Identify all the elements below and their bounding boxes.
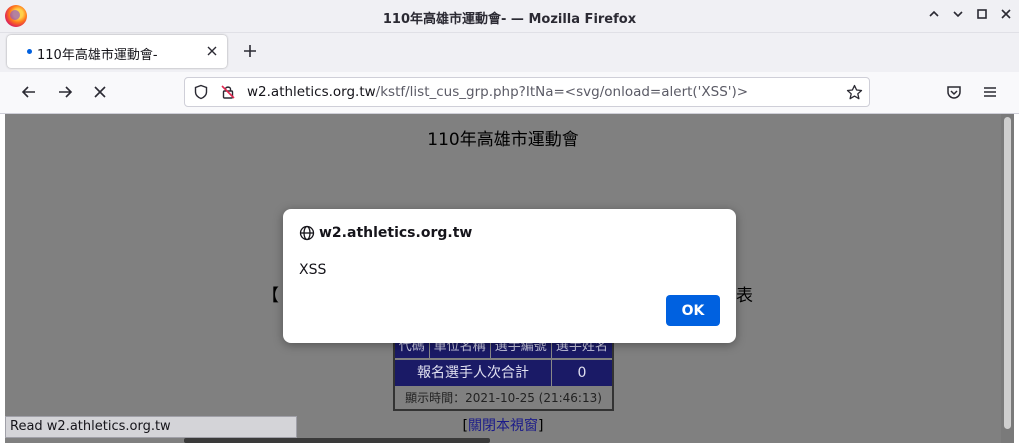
status-bar: Read w2.athletics.org.tw [5, 416, 297, 438]
url-text[interactable]: w2.athletics.org.tw/kstf/list_cus_grp.ph… [247, 84, 748, 100]
tab-title: 110年高雄市運動會- [37, 48, 158, 63]
bookmark-star-icon[interactable] [846, 84, 863, 101]
scrollbar-thumb[interactable] [1004, 117, 1011, 429]
registration-table: 代碼 單位名稱 選手編號 選手姓名 報名選手人次合計 0 顯示時間：2021-1… [393, 334, 614, 411]
forward-arrow-icon[interactable] [56, 83, 74, 101]
title-bar: 110年高雄市運動會- — Mozilla Firefox [0, 0, 1019, 33]
close-window-link[interactable]: 關閉本視窗 [468, 418, 538, 434]
window-controls [927, 7, 1013, 21]
vertical-scrollbar[interactable] [1001, 114, 1014, 443]
stop-loading-icon[interactable] [91, 83, 109, 101]
ok-button[interactable]: OK [666, 295, 720, 326]
table-summary-row: 報名選手人次合計 0 [395, 360, 612, 386]
dialog-message: XSS [299, 262, 327, 278]
pocket-icon[interactable] [945, 83, 963, 101]
heading-bracket-left: 【 [262, 286, 279, 306]
tab-bar: 110年高雄市運動會- [0, 33, 1019, 72]
window-title: 110年高雄市運動會- — Mozilla Firefox [382, 12, 637, 27]
insecure-lock-icon[interactable] [220, 84, 236, 100]
page-heading: 110年高雄市運動會 [427, 130, 579, 150]
tracking-shield-icon[interactable] [193, 84, 209, 100]
dialog-origin: w2.athletics.org.tw [319, 225, 473, 241]
globe-icon [299, 225, 315, 241]
close-window-icon[interactable] [999, 7, 1013, 21]
back-arrow-icon[interactable] [20, 83, 38, 101]
summary-value: 0 [552, 360, 612, 386]
new-tab-plus-icon[interactable] [241, 42, 259, 60]
url-bar[interactable]: w2.athletics.org.tw/kstf/list_cus_grp.ph… [184, 77, 870, 107]
horizontal-scrollbar[interactable] [184, 438, 490, 443]
summary-label: 報名選手人次合計 [395, 360, 552, 386]
navigation-bar: w2.athletics.org.tw/kstf/list_cus_grp.ph… [0, 72, 1019, 114]
url-path: /kstf/list_cus_grp.php?ItNa=<svg/onload=… [375, 84, 749, 100]
heading-suffix: 表 [736, 286, 753, 306]
chevron-down-icon[interactable] [951, 7, 965, 21]
chevron-up-icon[interactable] [927, 7, 941, 21]
tab-close-icon[interactable] [205, 44, 219, 58]
tab-active[interactable]: 110年高雄市運動會- [7, 35, 227, 68]
display-time: 顯示時間：2021-10-25 (21:46:13) [405, 391, 602, 405]
link-bracket-close: ] [538, 418, 544, 434]
maximize-icon[interactable] [975, 7, 989, 21]
hamburger-menu-icon[interactable] [981, 83, 999, 101]
loading-dot-icon [27, 49, 32, 54]
alert-dialog: w2.athletics.org.tw XSS OK [283, 209, 736, 343]
url-host: w2.athletics.org.tw [247, 84, 376, 100]
